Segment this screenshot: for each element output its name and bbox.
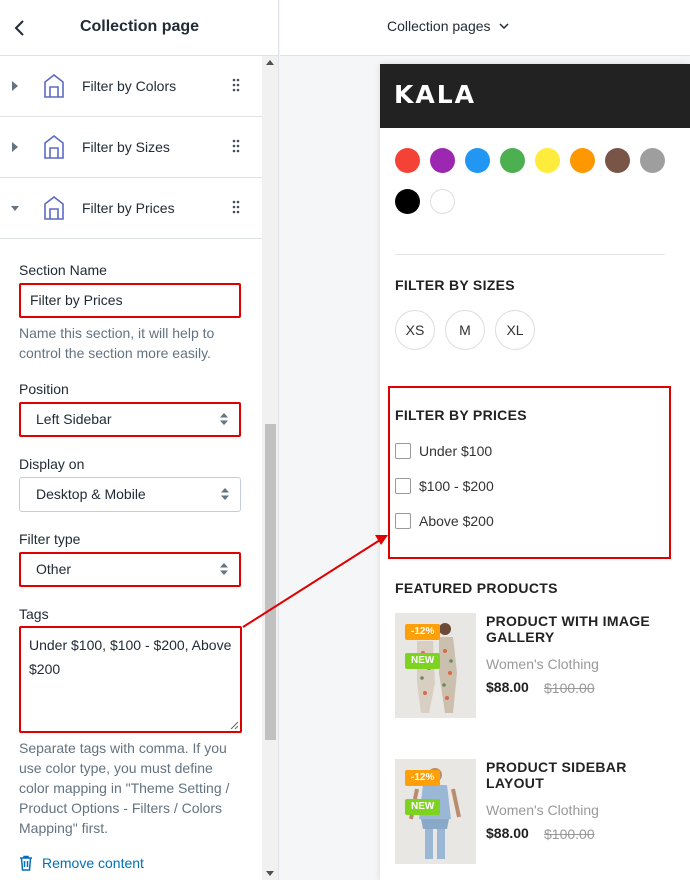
filter-prices-heading: FILTER BY PRICES <box>395 407 527 423</box>
tags-label: Tags <box>19 606 49 622</box>
section-name-label: Section Name <box>19 262 107 278</box>
trash-icon <box>20 855 32 871</box>
product-image[interactable]: -12% NEW <box>395 759 476 864</box>
editor-title: Collection page <box>79 18 200 35</box>
display-on-select[interactable]: Desktop & Mobile <box>19 477 241 512</box>
section-label: Filter by Sizes <box>82 139 170 155</box>
product-card: -12% NEW PRODUCT WITH IMAGE GALLERY Wome… <box>395 613 685 719</box>
price-option[interactable]: $100 - $200 <box>395 477 494 495</box>
select-arrows-icon <box>221 488 229 500</box>
color-swatch-yellow[interactable] <box>535 148 560 173</box>
color-swatch-green[interactable] <box>500 148 525 173</box>
tags-textarea-value: Under $100, $100 - $200, Above $200 <box>29 637 232 677</box>
product-title[interactable]: PRODUCT WITH IMAGE GALLERY <box>486 613 676 645</box>
size-option[interactable]: XS <box>395 310 435 350</box>
filter-type-label: Filter type <box>19 531 81 547</box>
color-swatch-purple[interactable] <box>430 148 455 173</box>
size-option[interactable]: M <box>445 310 485 350</box>
section-layout-icon <box>44 195 64 220</box>
sale-badge: -12% <box>405 770 441 786</box>
section-name-input[interactable]: Filter by Prices <box>19 283 241 318</box>
store-logo[interactable]: KALA <box>394 80 476 109</box>
filter-type-select[interactable]: Other <box>19 552 241 587</box>
color-swatch-black[interactable] <box>395 189 420 214</box>
product-category: Women's Clothing <box>486 802 599 818</box>
section-row-filter-by-sizes[interactable]: Filter by Sizes <box>0 117 262 178</box>
section-row-filter-by-colors[interactable]: Filter by Colors <box>0 56 262 117</box>
new-badge: NEW <box>405 653 441 669</box>
resize-grip-icon[interactable] <box>230 721 238 729</box>
position-select-value: Left Sidebar <box>36 411 112 427</box>
page-type-selector-label: Collection pages <box>387 18 491 34</box>
site-header: KALA <box>380 64 690 128</box>
scrollbar-thumb[interactable] <box>265 424 276 740</box>
checkbox[interactable] <box>395 513 411 529</box>
tags-textarea[interactable]: Under $100, $100 - $200, Above $200 <box>19 626 242 733</box>
editor-topbar: Collection page <box>0 0 278 56</box>
position-select[interactable]: Left Sidebar <box>19 402 241 437</box>
storefront-preview: KALA FILTER BY SIZES XS M XL FILTER BY P… <box>380 64 690 880</box>
section-label: Filter by Prices <box>82 200 175 216</box>
new-badge: NEW <box>405 799 441 815</box>
filter-type-select-value: Other <box>36 561 72 577</box>
checkbox[interactable] <box>395 443 411 459</box>
color-swatch-red[interactable] <box>395 148 420 173</box>
drag-handle-icon[interactable] <box>232 139 240 153</box>
editor-panel: Collection page Filter by Colors Filter … <box>0 0 279 880</box>
price-option[interactable]: Above $200 <box>395 512 494 530</box>
drag-handle-icon[interactable] <box>232 78 240 92</box>
color-swatch-blue[interactable] <box>465 148 490 173</box>
product-price: $88.00 <box>486 679 529 695</box>
color-swatch-orange[interactable] <box>570 148 595 173</box>
display-on-select-value: Desktop & Mobile <box>36 486 146 502</box>
drag-handle-icon[interactable] <box>232 200 240 214</box>
featured-products-heading: FEATURED PRODUCTS <box>395 580 558 596</box>
divider <box>395 254 665 255</box>
tags-help: Separate tags with comma. If you use col… <box>19 740 230 836</box>
product-category: Women's Clothing <box>486 656 599 672</box>
chevron-down-icon <box>498 23 509 30</box>
remove-content-button[interactable]: Remove content <box>19 853 144 873</box>
scroll-up-icon[interactable] <box>266 60 274 65</box>
page-type-selector[interactable]: Collection pages <box>387 18 509 34</box>
caret-right-icon[interactable] <box>10 80 20 92</box>
price-option-label: Under $100 <box>419 443 493 459</box>
size-option[interactable]: XL <box>495 310 535 350</box>
price-option[interactable]: Under $100 <box>395 442 492 460</box>
section-layout-icon <box>44 134 64 159</box>
color-swatch-grey[interactable] <box>640 148 665 173</box>
product-image[interactable]: -12% NEW <box>395 613 476 718</box>
scroll-down-icon[interactable] <box>266 871 274 876</box>
preview-topbar: Collection pages <box>280 0 690 56</box>
section-row-filter-by-prices[interactable]: Filter by Prices <box>0 178 262 239</box>
caret-right-icon[interactable] <box>10 141 20 153</box>
color-swatch-brown[interactable] <box>605 148 630 173</box>
select-arrows-icon <box>220 563 228 575</box>
product-compare-price: $100.00 <box>544 826 595 842</box>
product-title[interactable]: PRODUCT SIDEBAR LAYOUT <box>486 759 676 791</box>
section-label: Filter by Colors <box>82 78 177 94</box>
remove-content-label: Remove content <box>42 855 144 871</box>
price-option-label: Above $200 <box>419 513 494 529</box>
price-option-label: $100 - $200 <box>419 478 494 494</box>
product-card: -12% NEW PRODUCT SIDEBAR LAYOUT Women's … <box>395 759 685 865</box>
section-name-help: Name this section, it will help to contr… <box>19 325 215 361</box>
position-label: Position <box>19 381 69 397</box>
product-compare-price: $100.00 <box>544 680 595 696</box>
sale-badge: -12% <box>405 624 441 640</box>
section-layout-icon <box>44 73 64 98</box>
select-arrows-icon <box>220 413 228 425</box>
filter-sizes-heading: FILTER BY SIZES <box>395 277 515 293</box>
caret-down-icon[interactable] <box>10 202 20 214</box>
checkbox[interactable] <box>395 478 411 494</box>
color-swatch-white[interactable] <box>430 189 455 214</box>
editor-scrollbar[interactable] <box>262 56 278 880</box>
display-on-label: Display on <box>19 456 85 472</box>
product-price: $88.00 <box>486 825 529 841</box>
